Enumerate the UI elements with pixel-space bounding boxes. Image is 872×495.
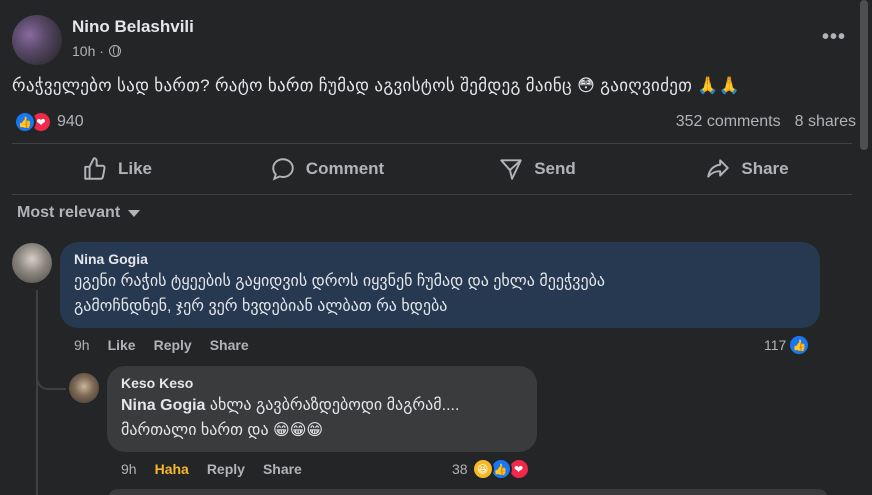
comment-time[interactable]: 9h <box>74 337 90 353</box>
like-reaction-icon: 👍 <box>14 111 36 133</box>
like-reaction-icon: 👍 <box>788 334 811 356</box>
post-text: რაჭველებო სად ხართ? რატო ხართ ჩუმად აგვი… <box>12 76 741 95</box>
mention-link[interactable]: Nina Gogia <box>121 397 205 414</box>
comment-icon <box>272 158 294 181</box>
thread-connector <box>36 372 66 390</box>
commenter-avatar[interactable] <box>69 373 99 403</box>
comment-bubble: Keso Keso Nina Gogia ახლა გავბრაზდებოდი … <box>107 366 537 452</box>
share-button[interactable]: Share <box>642 147 852 191</box>
reaction-count: 940 <box>57 113 84 130</box>
author-name[interactable]: Nino Belashvili <box>72 17 194 37</box>
like-icon <box>84 157 106 180</box>
comment-reactions[interactable]: 38 😆 👍 ❤ <box>452 458 530 480</box>
divider <box>12 194 852 195</box>
comment-line: Nina Gogia ახლა გავბრაზდებოდი მაგრამ.... <box>121 393 523 418</box>
comments-count[interactable]: 352 comments <box>676 113 781 131</box>
globe-icon <box>108 45 121 57</box>
comment-actions: 9h Haha Reply Share <box>121 461 302 477</box>
reaction-summary[interactable]: 👍 ❤ 940 <box>14 111 84 133</box>
commenter-name[interactable]: Keso Keso <box>121 375 523 391</box>
comment-sort-dropdown[interactable]: Most relevant <box>17 204 141 222</box>
more-options-icon[interactable]: ••• <box>822 26 846 49</box>
comment-like-button[interactable]: Like <box>108 337 136 353</box>
post-actions: Like Comment Send Share <box>12 147 852 191</box>
divider <box>12 143 852 144</box>
comment-line: ეგენი რაჭის ტყეების გაყიდვის დროს იყვნენ… <box>74 273 606 290</box>
send-label: Send <box>534 159 576 178</box>
comment-button[interactable]: Comment <box>222 147 432 191</box>
author-avatar[interactable] <box>12 15 62 65</box>
caret-down-icon <box>128 209 141 217</box>
comment-reply-button[interactable]: Reply <box>207 461 245 477</box>
comment-text: Nina Gogia ახლა გავბრაზდებოდი მაგრამ....… <box>121 393 523 443</box>
post-meta: 10h · <box>72 43 121 59</box>
scrollbar[interactable] <box>860 0 868 150</box>
facebook-post: Nino Belashvili 10h · ••• რაჭველებო სად … <box>0 0 872 495</box>
comment-actions: 9h Like Reply Share <box>74 337 249 353</box>
post-stats: 352 comments 8 shares <box>676 113 856 131</box>
comment-share-button[interactable]: Share <box>263 461 302 477</box>
comment-reply-button[interactable]: Reply <box>154 337 192 353</box>
commenter-avatar[interactable] <box>12 243 52 283</box>
comment-time[interactable]: 9h <box>121 461 137 477</box>
comment-line: მართალი ხართ და 😁😁😁 <box>121 422 324 439</box>
comment-reactions[interactable]: 117 👍 <box>764 334 811 356</box>
commenter-name[interactable]: Nina Gogia <box>74 251 806 267</box>
next-comment-bubble <box>108 489 828 495</box>
comment-label: Comment <box>305 159 385 178</box>
share-label: Share <box>741 159 789 178</box>
thread-line <box>36 290 38 495</box>
shares-count[interactable]: 8 shares <box>795 113 856 131</box>
comment-line-rest: ახლა გავბრაზდებოდი მაგრამ.... <box>205 397 460 414</box>
comment-haha-button[interactable]: Haha <box>155 461 189 477</box>
comment-share-button[interactable]: Share <box>210 337 249 353</box>
send-button[interactable]: Send <box>432 147 642 191</box>
share-icon <box>707 159 730 178</box>
post-time[interactable]: 10h · <box>72 43 104 59</box>
comment-text: ეგენი რაჭის ტყეების გაყიდვის დროს იყვნენ… <box>74 269 806 319</box>
comment-line: გამოჩნდნენ, ჯერ ვერ ხვდებიან ალბათ რა ხდ… <box>74 298 448 315</box>
comment-bubble: Nina Gogia ეგენი რაჭის ტყეების გაყიდვის … <box>60 242 820 328</box>
comment-reaction-count: 117 <box>764 337 787 353</box>
like-button[interactable]: Like <box>12 147 222 191</box>
haha-reaction-icon: 😆 <box>471 458 494 480</box>
send-icon <box>500 159 522 180</box>
sort-label: Most relevant <box>17 204 121 221</box>
like-label: Like <box>117 159 153 178</box>
comment-reaction-count: 38 <box>452 461 468 477</box>
